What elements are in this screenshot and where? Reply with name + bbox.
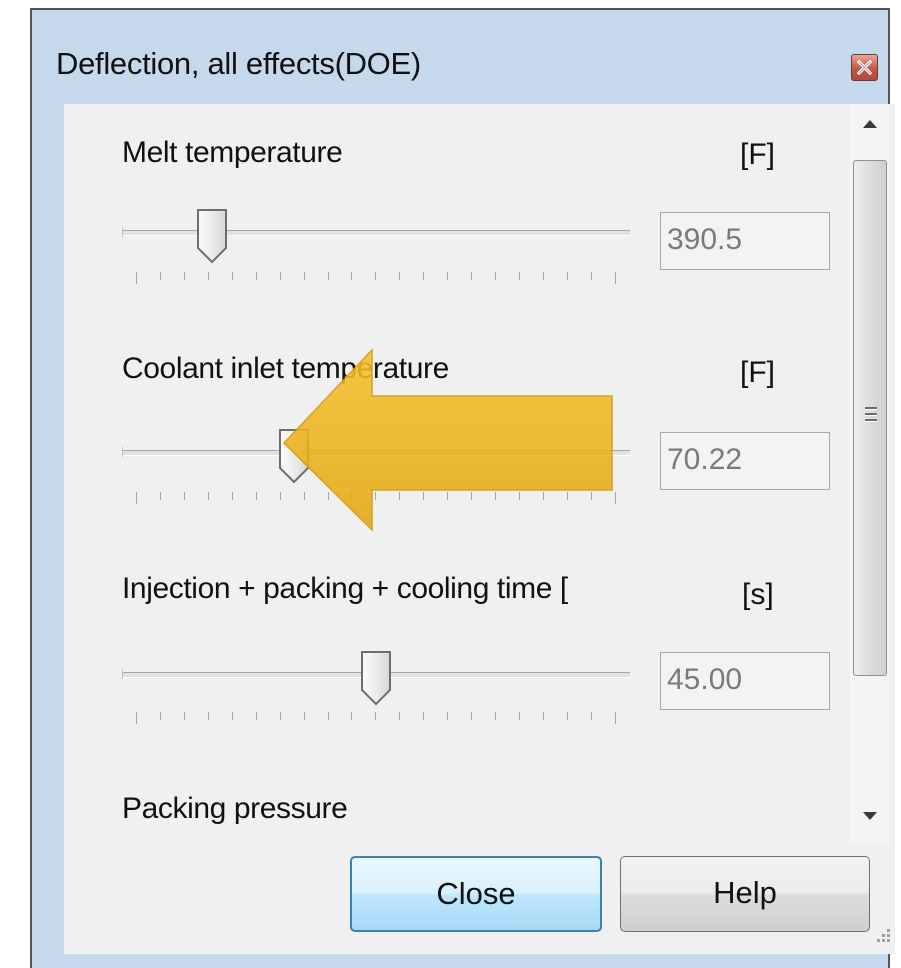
injection-packing-cooling-time-value-field[interactable]: 45.00 xyxy=(660,652,830,710)
param-label-injection-packing-cooling-time: Injection + packing + cooling time [ xyxy=(122,572,568,605)
scroll-up-arrow-icon[interactable] xyxy=(850,104,890,144)
coolant-inlet-temperature-value-field[interactable]: 70.22 xyxy=(660,432,830,490)
coolant-inlet-temperature-tick-marks xyxy=(136,492,616,504)
parameters-panel: Melt temperature [F] 390.5 Coolant inlet… xyxy=(64,104,895,954)
param-unit-coolant-inlet-temperature: [F] xyxy=(740,356,775,389)
close-x-icon[interactable] xyxy=(851,54,878,81)
melt-temperature-value-field[interactable]: 390.5 xyxy=(660,212,830,270)
scroll-down-arrow-icon[interactable] xyxy=(850,796,890,836)
scrollbar-grip-icon xyxy=(865,407,877,425)
resize-grip-icon[interactable] xyxy=(870,924,892,946)
doe-dialog-window: Deflection, all effects(DOE) Melt temper… xyxy=(30,8,895,968)
param-label-packing-pressure: Packing pressure xyxy=(122,792,348,825)
help-button[interactable]: Help xyxy=(620,856,870,932)
close-button[interactable]: Close xyxy=(350,856,602,932)
coolant-inlet-temperature-slider-thumb[interactable] xyxy=(278,428,310,484)
melt-temperature-slider-thumb[interactable] xyxy=(196,208,228,264)
param-label-coolant-inlet-temperature: Coolant inlet temperature xyxy=(122,352,449,385)
dialog-title: Deflection, all effects(DOE) xyxy=(56,46,421,81)
melt-temperature-tick-marks xyxy=(136,272,616,284)
scrollbar-thumb[interactable] xyxy=(853,160,887,676)
param-label-melt-temperature: Melt temperature xyxy=(122,136,343,169)
param-unit-melt-temperature: [F] xyxy=(740,138,775,171)
injection-packing-cooling-time-slider-thumb[interactable] xyxy=(360,650,392,706)
vertical-scrollbar[interactable] xyxy=(850,104,890,842)
coolant-inlet-temperature-slider-track[interactable] xyxy=(122,447,630,457)
param-unit-injection-packing-cooling-time: [s] xyxy=(742,578,774,611)
injection-packing-cooling-time-tick-marks xyxy=(136,712,616,724)
